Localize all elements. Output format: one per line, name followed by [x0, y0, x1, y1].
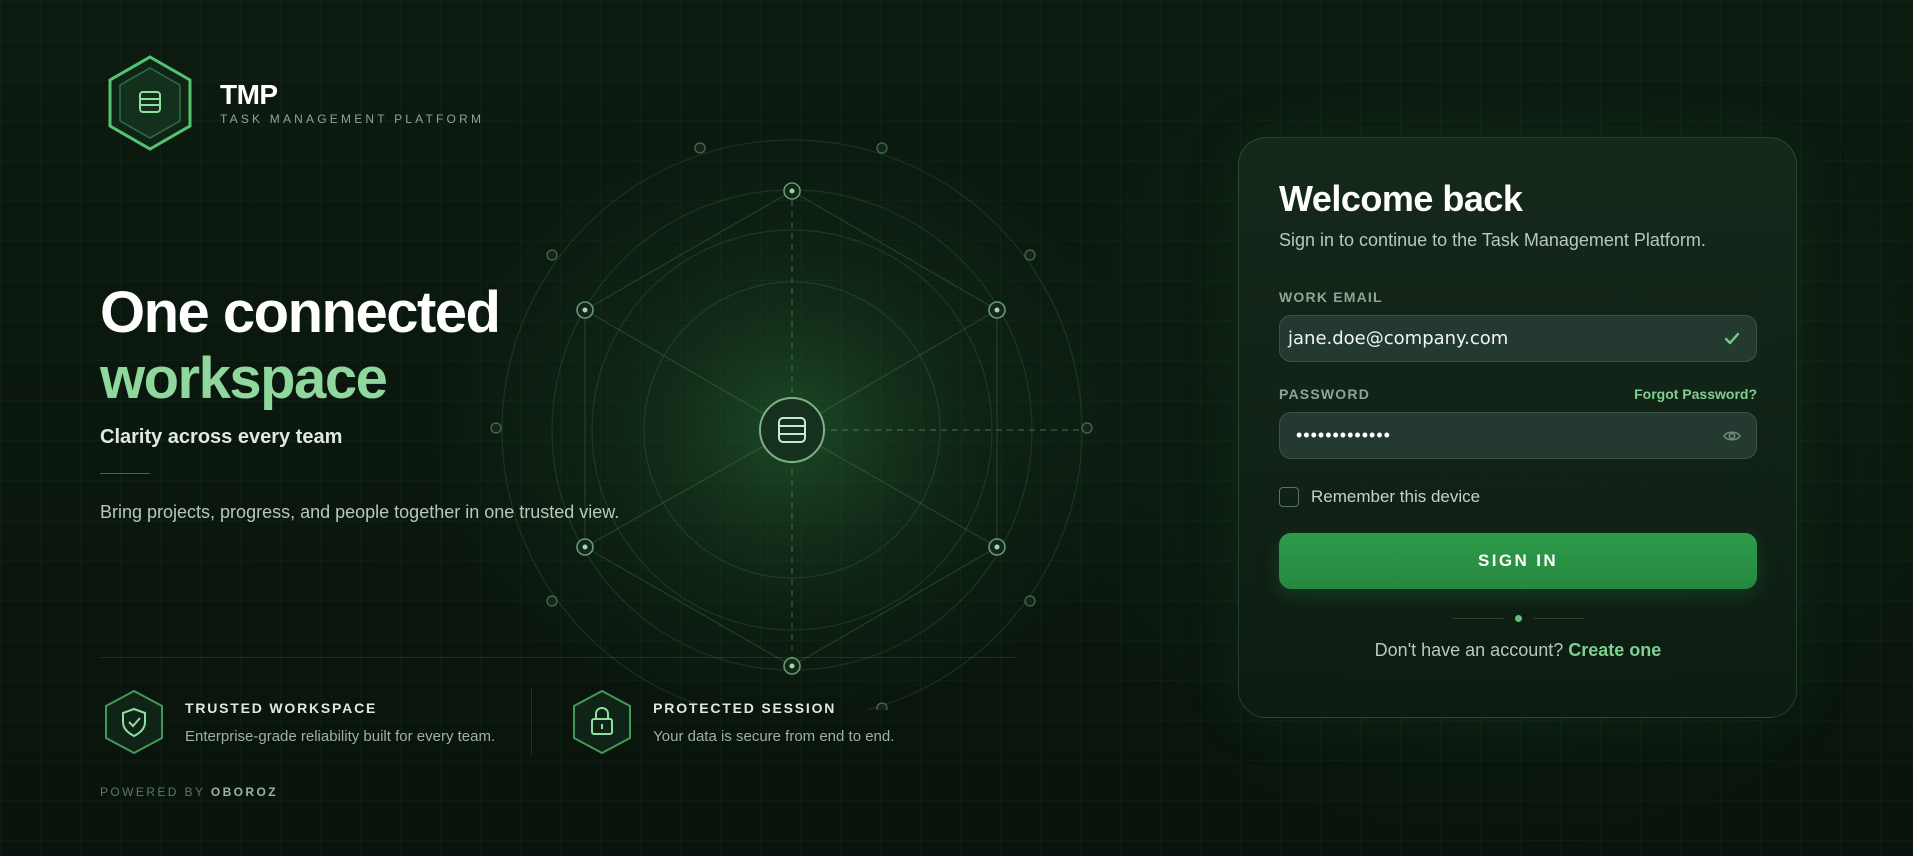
shield-check-icon — [100, 688, 168, 756]
eye-icon[interactable] — [1722, 426, 1742, 446]
remember-checkbox[interactable] — [1279, 487, 1299, 507]
remember-label: Remember this device — [1311, 487, 1481, 506]
hero-headline-accent: workspace — [100, 346, 388, 411]
checkmark-icon — [1722, 329, 1742, 349]
password-label: PASSWORD — [1279, 386, 1371, 402]
powered-by-prefix: POWERED BY — [100, 785, 206, 799]
feature-title: PROTECTED SESSION — [653, 700, 837, 716]
powered-by: POWERED BY OBOROZ — [100, 785, 278, 799]
feature-description: Your data is secure from end to end. — [653, 728, 895, 745]
feature-protected-session: PROTECTED SESSION Your data is secure fr… — [531, 688, 894, 756]
database-hex-icon — [106, 54, 194, 152]
hero-headline-line1: One connected — [100, 280, 501, 345]
features-divider — [100, 657, 1015, 658]
hero: One connected workspace Clarity across e… — [100, 280, 700, 523]
email-field[interactable]: jane.doe@company.com — [1279, 315, 1757, 362]
email-label: WORK EMAIL — [1279, 289, 1383, 305]
create-account-link[interactable]: Create one — [1568, 640, 1661, 660]
hero-headline: One connected workspace — [100, 280, 700, 412]
login-card: Welcome back Sign in to continue to the … — [1238, 137, 1797, 718]
feature-trusted-workspace: TRUSTED WORKSPACE Enterprise-grade relia… — [100, 688, 495, 756]
card-divider — [1279, 615, 1757, 622]
login-title: Welcome back — [1279, 178, 1523, 219]
forgot-password-link[interactable]: Forgot Password? — [1634, 386, 1757, 402]
password-field[interactable]: ••••••••••••• — [1279, 412, 1757, 459]
hero-tagline: Clarity across every team — [100, 426, 343, 448]
signup-prompt-text: Don't have an account? — [1374, 640, 1564, 660]
password-value: ••••••••••••• — [1296, 425, 1391, 445]
brand[interactable]: TMP TASK MANAGEMENT PLATFORM — [106, 54, 484, 152]
lock-icon — [568, 688, 636, 756]
features: TRUSTED WORKSPACE Enterprise-grade relia… — [100, 688, 894, 756]
powered-by-name[interactable]: OBOROZ — [211, 785, 278, 799]
sign-in-button[interactable]: SIGN IN — [1279, 533, 1757, 589]
brand-title: TMP — [220, 79, 278, 110]
hero-description: Bring projects, progress, and people tog… — [100, 502, 620, 522]
hero-divider — [100, 473, 150, 474]
signup-prompt: Don't have an account? Create one — [1279, 640, 1757, 661]
remember-device[interactable]: Remember this device — [1279, 487, 1757, 507]
feature-title: TRUSTED WORKSPACE — [185, 700, 378, 716]
brand-subtitle: TASK MANAGEMENT PLATFORM — [220, 112, 485, 126]
email-value: jane.doe@company.com — [1288, 328, 1509, 349]
feature-description: Enterprise-grade reliability built for e… — [185, 728, 496, 745]
login-subtitle: Sign in to continue to the Task Manageme… — [1279, 230, 1706, 250]
